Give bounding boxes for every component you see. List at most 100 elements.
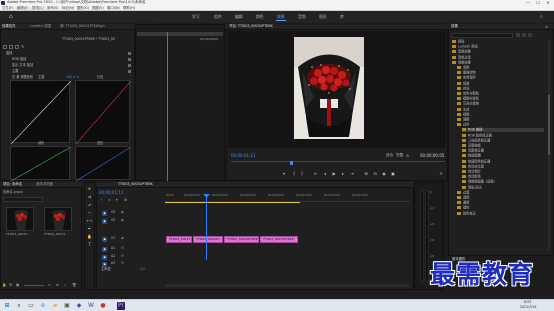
tree-item[interactable]: 图像控制 [457,71,544,75]
mark-in-button[interactable]: { [291,171,297,177]
tree-item[interactable]: 通道 [457,201,544,205]
tab-lumetri-scopes[interactable]: Lumetri 范围 [30,24,51,28]
clock-time[interactable]: 8:53 [524,300,531,304]
workspace-audio[interactable]: 音频 [298,15,306,19]
trash-icon[interactable]: 🗑 [72,283,76,287]
reset-icon[interactable] [128,70,131,73]
program-ruler[interactable] [231,161,445,164]
tree-item[interactable]: 亮度校正器 [462,149,544,153]
fx-toggle-icon[interactable] [3,45,7,49]
task-view-icon[interactable]: ▭ [27,302,35,310]
slip-tool-icon[interactable]: ⟷ [86,218,93,224]
track-visibility-icon[interactable]: ◉ [121,210,124,214]
tree-item[interactable]: 沉浸式视频 [457,102,544,106]
file-explorer-icon[interactable]: ▰ [51,302,59,310]
search-icon[interactable]: ⌕ [64,283,66,287]
app-icon[interactable]: ◆ [75,302,83,310]
timeline-clip[interactable]: TTSI03_00031PTEKK [260,236,298,243]
tree-item[interactable]: 变换 [457,66,544,70]
track-visibility-icon[interactable]: ◉ [121,218,124,222]
pen-tool-icon[interactable]: ✒ [86,226,93,232]
tree-item[interactable]: 视频限幅器（旧版） [462,180,544,184]
fx-mask-icon[interactable] [9,45,13,49]
tree-item[interactable]: 快速模糊 [462,154,544,158]
mark-out-button[interactable]: } [299,171,305,177]
effect-row-master[interactable]: 主要 [12,69,18,73]
track-a2[interactable]: ▪ A2 M [99,254,163,261]
tree-item[interactable]: 三向颜色校正器 [462,139,544,143]
timeline-clip[interactable]: TTSI03_00031PTEKK_4 [224,236,259,243]
tab-project[interactable]: 项目: 未命名 [3,182,22,186]
icon-view-icon[interactable]: ▦ [16,283,19,287]
program-monitor-title[interactable]: 节目: TTSI03_00031PTEKK [229,24,273,28]
bin-item-thumbnail[interactable] [6,207,34,231]
effect-row-show-split[interactable]: 显示 文本 阻挡 [12,63,33,67]
menu-graphics[interactable]: 图形(G) [77,6,89,10]
program-timecode[interactable]: 00;00;01;11 [231,154,255,158]
tab-effect-controls[interactable]: 效果控件 [2,24,16,28]
tree-item[interactable]: RGB 曲线 [462,128,544,133]
comparison-view-button[interactable]: ▣ [390,171,396,177]
menu-window[interactable]: 窗口(W) [107,6,120,10]
tree-item[interactable]: 阴影/高光 [462,185,544,190]
tree-item[interactable]: RGB 颜色校正器 [462,133,544,138]
add-marker-icon[interactable]: ▾ [116,198,118,202]
workspace-editing[interactable]: 编辑 [235,15,243,19]
tree-item[interactable]: 自动色阶 [462,170,544,174]
reset-icon[interactable] [128,64,131,67]
type-tool-icon[interactable]: T [86,242,93,248]
bin-search-input[interactable] [3,197,43,202]
home-icon[interactable]: ⌂ [9,14,15,20]
reset-icon[interactable] [128,52,131,55]
tree-item[interactable]: Lumetri 预设 [452,45,544,49]
tree-item[interactable]: 自动颜色 [462,175,544,179]
effect-row-levels[interactable]: 白 基 调整色阶 [12,75,33,79]
track-toggle-lock-icon[interactable]: ▪ [102,255,107,260]
search-icon[interactable]: ⌕ [15,302,23,310]
effects-search-input[interactable] [451,33,513,38]
step-forward-button[interactable]: ▸ [340,171,346,177]
new-item-icon[interactable]: ⊕ [56,283,59,287]
clock-date[interactable]: 2021/7/19 [520,305,536,309]
snap-icon[interactable]: ⌁ [100,198,102,202]
track-a1[interactable]: ▪ A1 M [99,246,163,253]
tree-item[interactable]: 自动对比度 [462,165,544,169]
workspace-color[interactable]: 颜色 [256,15,264,19]
settings-wrench-icon[interactable]: ⚙ [406,154,409,158]
tree-item[interactable]: 预设 [452,40,544,44]
track-toggle-lock-icon[interactable]: ▪ [102,247,107,252]
track-toggle-lock-icon[interactable]: ▪ [102,219,107,224]
edge-icon[interactable]: e [39,302,47,310]
tree-item[interactable]: 音频效果 [452,50,544,54]
track-v1[interactable]: ▪ V1 ◉ [99,236,163,243]
zoom-slider[interactable] [24,285,44,286]
tree-item[interactable]: 杂色与颗粒 [457,92,544,96]
menu-view[interactable]: 视图(V) [92,6,104,10]
tab-media-browser[interactable]: 媒体浏览器 [36,182,53,186]
store-icon[interactable]: ▣ [63,302,71,310]
track-v3[interactable]: ▪ V3 ◉ [99,210,163,217]
tree-item[interactable]: 视频 [457,113,544,117]
track-v2[interactable]: ▪ V2 ◉ [99,218,163,225]
bin-item-thumbnail[interactable] [44,207,72,231]
timeline-playhead[interactable] [206,194,207,260]
effects-scrollbar-thumb[interactable] [548,95,550,155]
effect-row-levels-value[interactable]: 100.0 % [66,75,79,79]
windows-start-icon[interactable]: ⊞ [3,302,11,310]
workspace-libraries[interactable]: 库 [340,15,344,19]
step-back-button[interactable]: ◂ [322,171,328,177]
menu-help[interactable]: 帮助(H) [123,6,135,10]
mute-icon[interactable]: M [121,254,124,258]
timeline-sequence-tab[interactable]: TTSI03_00031PTEKK [118,182,153,186]
effect-playhead[interactable] [167,32,168,181]
hand-tool-icon[interactable]: ✋ [86,234,93,240]
tree-item[interactable]: 亮度曲线 [462,144,544,148]
premiere-taskbar-icon[interactable]: Pr [117,302,125,310]
new-bin-icon[interactable]: ▭ [48,283,51,287]
workspace-effects[interactable]: 效果 [277,15,285,19]
track-visibility-icon[interactable]: ◉ [121,236,124,240]
tree-item[interactable]: 实用程序 [457,76,544,80]
tree-item[interactable]: 视频效果 [452,61,544,65]
pen-mask-icon[interactable]: ✎ [21,44,24,49]
yuv-effects-icon[interactable] [528,33,532,37]
